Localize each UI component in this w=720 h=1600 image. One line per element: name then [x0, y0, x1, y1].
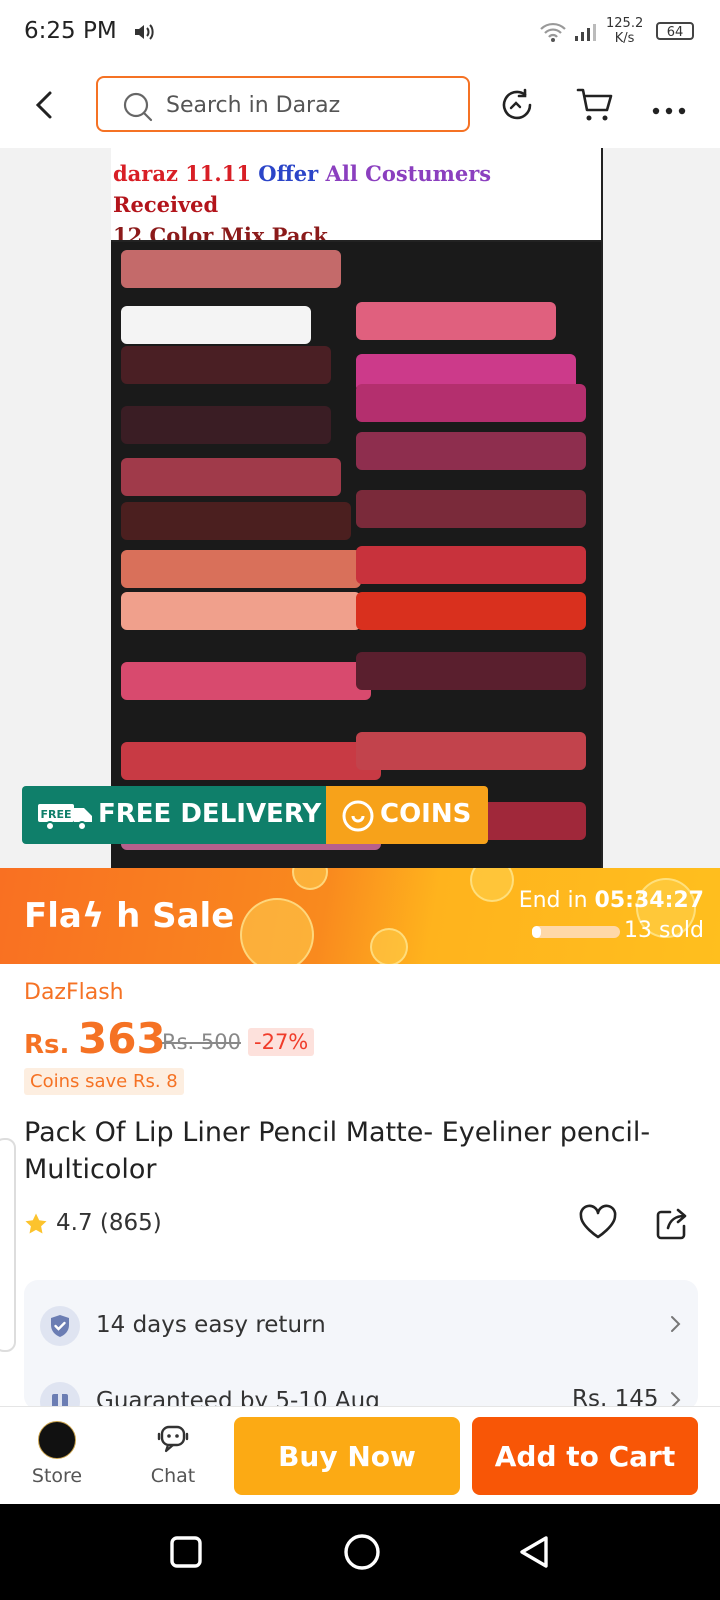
chevron-right-icon — [670, 1314, 682, 1338]
search-icon — [122, 91, 154, 127]
status-time: 6:25 PM — [24, 18, 117, 44]
dazflash-tag: DazFlash — [24, 980, 124, 1005]
network-speed: 125.2 K/s — [606, 16, 643, 46]
banner-part: All Costumers — [325, 161, 492, 186]
system-navigation-bar — [0, 1504, 720, 1600]
more-options-icon[interactable] — [652, 100, 686, 119]
chat-bot-icon — [156, 1421, 190, 1459]
search-box[interactable] — [96, 76, 470, 132]
cart-icon[interactable] — [574, 84, 614, 128]
countdown-time: 05:34:27 — [594, 888, 704, 913]
home-circle-icon[interactable] — [342, 1532, 382, 1576]
current-price: 363 — [78, 1014, 166, 1063]
service-info-card: 14 days easy return Guaranteed by 5-10 A… — [24, 1280, 698, 1422]
banner-part: daraz 11.11 — [113, 161, 259, 186]
share-icon[interactable] — [654, 1206, 690, 1246]
chat-label: Chat — [150, 1465, 196, 1487]
wishlist-heart-icon[interactable] — [578, 1204, 618, 1244]
countdown-label: End in — [518, 888, 595, 913]
rating-text: 4.7 (865) — [56, 1210, 162, 1236]
bottom-action-bar: Store Chat Buy Now Add to Cart — [0, 1406, 720, 1505]
store-logo-icon — [38, 1421, 76, 1459]
product-title: Pack Of Lip Liner Pencil Matte- Eyeliner… — [24, 1117, 651, 1185]
free-delivery-badge: FREE FREE DELIVERY — [22, 786, 326, 844]
rating-value: 4.7 — [56, 1210, 93, 1236]
flash-sale-banner[interactable]: Flaϟ h Sale End in 05:34:27 13 sold — [0, 868, 720, 964]
battery-icon: 64 — [656, 22, 694, 40]
store-label: Store — [31, 1465, 83, 1487]
sold-progress-bar — [532, 926, 620, 938]
coins-label: COINS — [380, 799, 472, 829]
service-row-return[interactable]: 14 days easy return — [24, 1296, 698, 1356]
coins-badge: COINS — [326, 786, 488, 844]
refresh-icon[interactable] — [498, 86, 536, 128]
side-panel-edge[interactable] — [0, 1138, 16, 1352]
free-delivery-label: FREE DELIVERY — [98, 799, 322, 829]
add-to-cart-button[interactable]: Add to Cart — [472, 1417, 698, 1495]
status-bar: 6:25 PM 125.2 K/s 64 — [0, 0, 720, 64]
review-count: (865) — [99, 1210, 162, 1236]
network-speed-unit: K/s — [614, 31, 635, 46]
coin-icon — [342, 800, 374, 836]
speaker-icon — [132, 20, 156, 48]
free-icon-text: FREE — [40, 808, 71, 821]
back-triangle-icon[interactable] — [516, 1534, 552, 1574]
back-arrow-icon[interactable] — [34, 90, 56, 124]
shield-check-icon — [40, 1306, 80, 1346]
network-speed-value: 125.2 — [606, 16, 644, 31]
coins-save-tag: Coins save Rs. 8 — [24, 1068, 184, 1095]
image-banner-text: daraz 11.11 Offer All Costumers Received… — [113, 158, 603, 251]
banner-part: Offer — [258, 161, 326, 186]
battery-level: 64 — [666, 25, 684, 40]
currency-label: Rs. — [24, 1030, 70, 1060]
signal-icon — [574, 22, 598, 46]
original-price: Rs. 500 — [162, 1030, 241, 1054]
discount-badge: -27% — [248, 1028, 315, 1056]
star-icon — [24, 1212, 48, 1242]
lip-liner-photo — [111, 240, 601, 870]
service-return-label: 14 days easy return — [96, 1312, 326, 1338]
wifi-icon — [540, 22, 566, 46]
flash-sale-title: Flaϟ h Sale — [24, 896, 235, 936]
banner-part: Received — [113, 192, 219, 217]
buy-now-button[interactable]: Buy Now — [234, 1417, 460, 1495]
product-image: daraz 11.11 Offer All Costumers Received… — [111, 148, 603, 870]
image-banner-line-1: daraz 11.11 Offer All Costumers Received — [113, 158, 603, 220]
top-header — [0, 64, 720, 148]
recents-square-icon[interactable] — [168, 1534, 204, 1574]
product-image-gallery[interactable]: daraz 11.11 Offer All Costumers Received… — [0, 148, 720, 870]
search-input[interactable] — [164, 88, 448, 122]
delivery-truck-icon: FREE — [36, 798, 94, 836]
sold-count: 13 sold — [624, 918, 704, 943]
promo-badge: FREE FREE DELIVERY COINS — [22, 786, 488, 844]
flash-sale-countdown: End in 05:34:27 — [500, 888, 704, 913]
